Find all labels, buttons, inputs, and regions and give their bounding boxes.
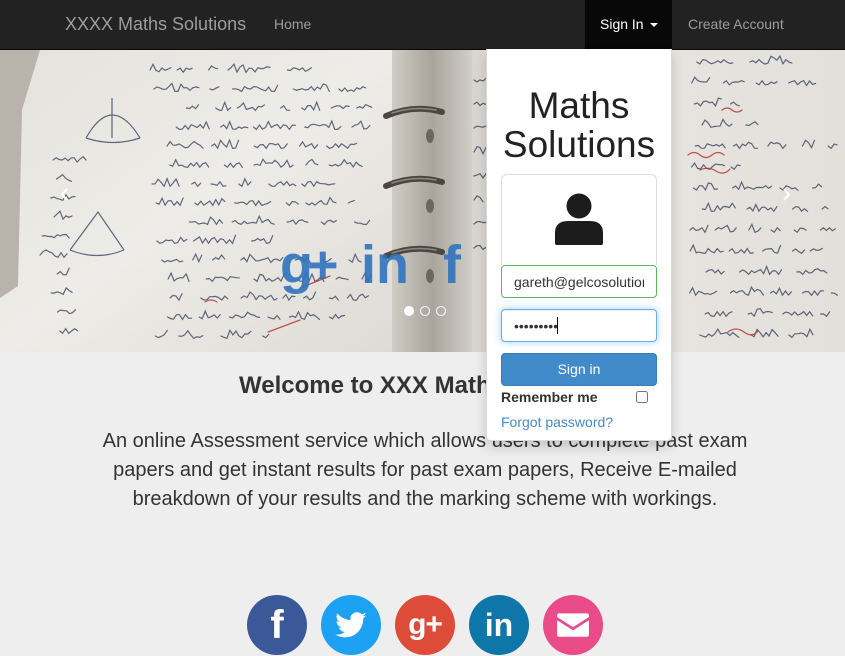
google-plus-icon[interactable]: g+ [280, 235, 338, 295]
nav-home-link[interactable]: Home [274, 0, 311, 49]
forgot-password-link[interactable]: Forgot password? [501, 412, 613, 432]
avatar-card [501, 174, 657, 265]
google-plus-icon: g+ [408, 608, 443, 641]
carousel-indicator[interactable] [436, 306, 446, 316]
nav-signin-dropdown-toggle[interactable]: Sign In [585, 0, 672, 49]
facebook-icon: f [270, 602, 284, 647]
signin-button[interactable]: Sign in [501, 353, 657, 386]
remember-me-label: Remember me [501, 389, 598, 405]
caret-down-icon [650, 23, 658, 27]
remember-me-checkbox[interactable] [636, 391, 648, 403]
password-field[interactable] [501, 309, 657, 342]
text-cursor [557, 317, 558, 334]
login-title: Maths Solutions [502, 85, 656, 165]
facebook-link[interactable]: f [247, 595, 307, 655]
welcome-description: An online Assessment service which allow… [5, 427, 845, 514]
linkedin-icon: in [484, 606, 514, 643]
nav-signin-label: Sign In [600, 16, 644, 32]
nav-create-account-link[interactable]: Create Account [688, 0, 784, 49]
description-line: breakdown of your results and the markin… [132, 488, 718, 510]
user-icon [555, 193, 603, 245]
email-icon [557, 613, 589, 637]
notebook-left-page [0, 50, 392, 352]
brand-link[interactable]: XXXX Maths Solutions [65, 0, 246, 49]
carousel-indicator[interactable] [420, 306, 430, 316]
google-plus-link[interactable]: g+ [395, 595, 455, 655]
chevron-right-icon[interactable] [782, 188, 791, 201]
linkedin-icon[interactable]: in [361, 235, 409, 295]
welcome-heading: Welcome to XXX Math [239, 372, 491, 399]
top-navbar: XXXX Maths Solutions Home Sign In Create… [0, 0, 845, 50]
email-field[interactable] [501, 265, 657, 298]
twitter-icon [335, 612, 367, 638]
description-line: An online Assessment service which allow… [102, 430, 748, 452]
linkedin-link[interactable]: in [469, 595, 529, 655]
description-line: papers and get instant results for past … [113, 459, 737, 481]
hero-carousel: g+ in f [0, 50, 845, 352]
chevron-left-icon[interactable] [60, 188, 69, 201]
twitter-link[interactable] [321, 595, 381, 655]
email-link[interactable] [543, 595, 603, 655]
signin-dropdown-panel: Maths Solutions Sign in Remember me Forg… [486, 49, 672, 441]
carousel-indicator[interactable] [404, 306, 414, 316]
facebook-icon[interactable]: f [443, 235, 461, 295]
